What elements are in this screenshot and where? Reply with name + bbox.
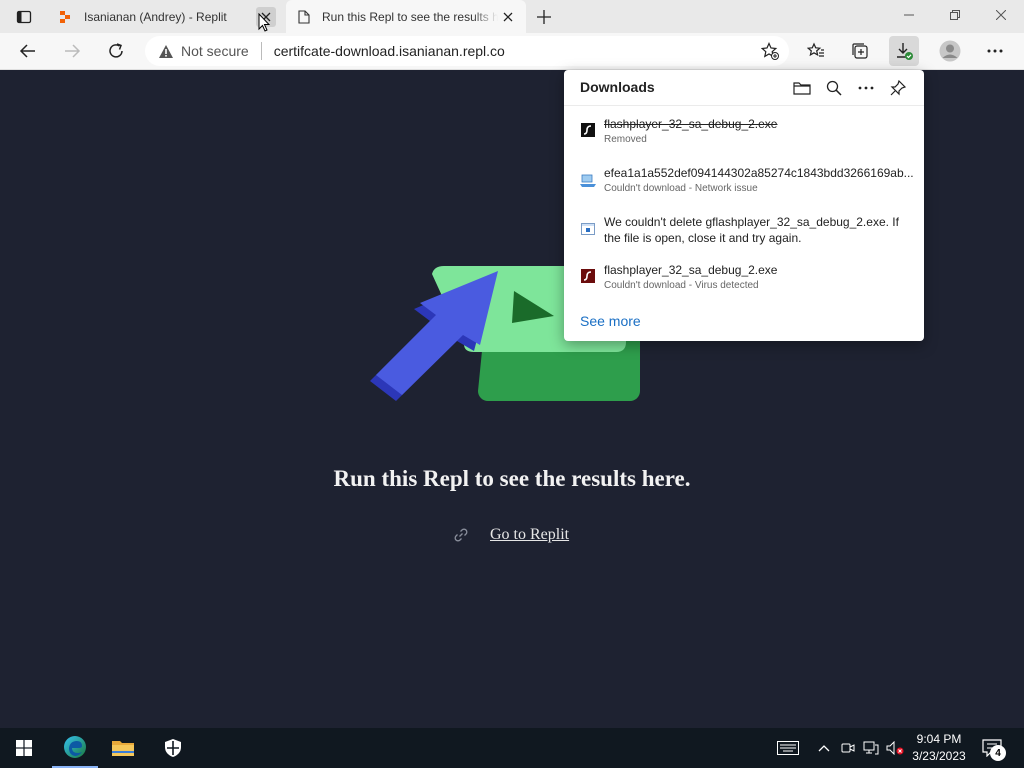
- forward-arrow-icon: [65, 44, 81, 58]
- download-filename[interactable]: flashplayer_32_sa_debug_2.exe: [604, 263, 914, 277]
- close-icon: [996, 10, 1006, 20]
- more-icon: [987, 49, 1003, 53]
- clock[interactable]: 9:04 PM 3/23/2023: [906, 731, 972, 765]
- downloads-title: Downloads: [580, 79, 655, 95]
- edge-icon: [64, 736, 86, 758]
- close-tab-icon[interactable]: [498, 7, 518, 27]
- download-item[interactable]: flashplayer_32_sa_debug_2.exe Couldn't d…: [564, 262, 924, 302]
- start-button[interactable]: [0, 728, 48, 768]
- refresh-icon: [109, 43, 123, 58]
- page-icon: [296, 9, 312, 25]
- page-headline: Run this Repl to see the results here.: [333, 466, 691, 491]
- tab-actions-button[interactable]: [11, 6, 37, 28]
- plus-icon: [537, 10, 551, 24]
- address-divider: [260, 42, 262, 60]
- download-error-message: We couldn't delete gflashplayer_32_sa_de…: [604, 215, 899, 245]
- close-window-button[interactable]: [978, 0, 1024, 30]
- download-filename[interactable]: flashplayer_32_sa_debug_2.exe: [604, 117, 914, 131]
- minimize-button[interactable]: [886, 0, 932, 30]
- new-tab-button[interactable]: [532, 6, 556, 28]
- tab-replit-profile[interactable]: Isanianan (Andrey) - Replit: [48, 0, 284, 33]
- address-bar[interactable]: Not secure certifcate-download.isanianan…: [145, 36, 789, 66]
- tab-actions-icon: [16, 10, 32, 24]
- avatar: [939, 40, 961, 62]
- meet-now-icon[interactable]: [838, 738, 858, 758]
- favorites-button[interactable]: [801, 36, 831, 66]
- profile-button[interactable]: [935, 36, 965, 66]
- mouse-cursor-icon: [258, 13, 270, 32]
- see-more-link[interactable]: See more: [580, 313, 641, 329]
- folder-icon: [112, 741, 134, 756]
- settings-menu-button[interactable]: [980, 36, 1010, 66]
- network-icon[interactable]: [861, 738, 881, 758]
- download-status: Removed: [604, 134, 647, 145]
- restore-button[interactable]: [932, 0, 978, 30]
- add-favorite-icon[interactable]: [759, 40, 781, 62]
- download-filename[interactable]: efea1a1a552def094144302a85274c1843bdd326…: [604, 166, 914, 180]
- keyboard-icon[interactable]: [776, 738, 800, 758]
- notification-count-badge: 4: [990, 745, 1006, 761]
- link-icon: [454, 528, 468, 542]
- download-status: Couldn't download - Network issue: [604, 183, 758, 194]
- go-to-replit-row: Go to Replit: [452, 526, 569, 544]
- shield-icon: [165, 739, 181, 757]
- warning-icon[interactable]: [157, 42, 175, 60]
- url-text[interactable]: certifcate-download.isanianan.repl.co: [274, 43, 505, 59]
- downloads-header: Downloads: [564, 70, 924, 106]
- installer-icon: [580, 173, 596, 189]
- taskbar-edge[interactable]: [52, 728, 98, 768]
- taskbar-security[interactable]: [150, 728, 196, 768]
- back-arrow-icon: [19, 44, 35, 58]
- collections-icon: [852, 43, 868, 59]
- search-icon[interactable]: [822, 76, 846, 100]
- tab-title: Isanianan (Andrey) - Replit: [84, 9, 227, 24]
- volume-muted-icon[interactable]: [885, 738, 905, 758]
- flash-icon: [580, 268, 596, 284]
- go-to-replit-link[interactable]: Go to Replit: [490, 526, 569, 544]
- tab-title: Run this Repl to see the results here.: [322, 9, 498, 24]
- pin-icon[interactable]: [886, 76, 910, 100]
- tab-run-repl[interactable]: Run this Repl to see the results here.: [286, 0, 526, 33]
- open-folder-icon[interactable]: [790, 76, 814, 100]
- collections-button[interactable]: [845, 36, 875, 66]
- favorites-icon: [807, 42, 824, 57]
- download-item[interactable]: flashplayer_32_sa_debug_2.exe Removed: [564, 116, 924, 156]
- downloads-button[interactable]: [889, 36, 919, 66]
- forward-button[interactable]: [57, 36, 87, 66]
- replit-icon: [58, 9, 74, 25]
- more-options-icon[interactable]: [854, 76, 878, 100]
- download-icon: [897, 43, 913, 60]
- download-item[interactable]: efea1a1a552def094144302a85274c1843bdd326…: [564, 165, 924, 205]
- restore-icon: [950, 10, 960, 20]
- minimize-icon: [904, 14, 914, 16]
- clock-date: 3/23/2023: [912, 749, 966, 763]
- flash-icon: [580, 122, 596, 138]
- taskbar-file-explorer[interactable]: [100, 728, 146, 768]
- taskbar: 9:04 PM 3/23/2023: [0, 728, 1024, 768]
- chevron-up-icon[interactable]: [814, 738, 834, 758]
- not-secure-label[interactable]: Not secure: [181, 43, 249, 59]
- downloads-panel: Downloads flashplayer_32_sa_debug_2.exe …: [564, 70, 924, 341]
- browser-toolbar: Not secure certifcate-download.isanianan…: [0, 33, 1024, 70]
- clock-time: 9:04 PM: [916, 732, 962, 746]
- download-message-item: We couldn't delete gflashplayer_32_sa_de…: [564, 214, 924, 254]
- info-window-icon: [580, 221, 596, 237]
- tab-strip: Isanianan (Andrey) - Replit Run this Rep…: [0, 0, 1024, 33]
- download-status: Couldn't download - Virus detected: [604, 280, 759, 291]
- back-button[interactable]: [13, 36, 43, 66]
- refresh-button[interactable]: [101, 36, 131, 66]
- windows-icon: [16, 740, 32, 756]
